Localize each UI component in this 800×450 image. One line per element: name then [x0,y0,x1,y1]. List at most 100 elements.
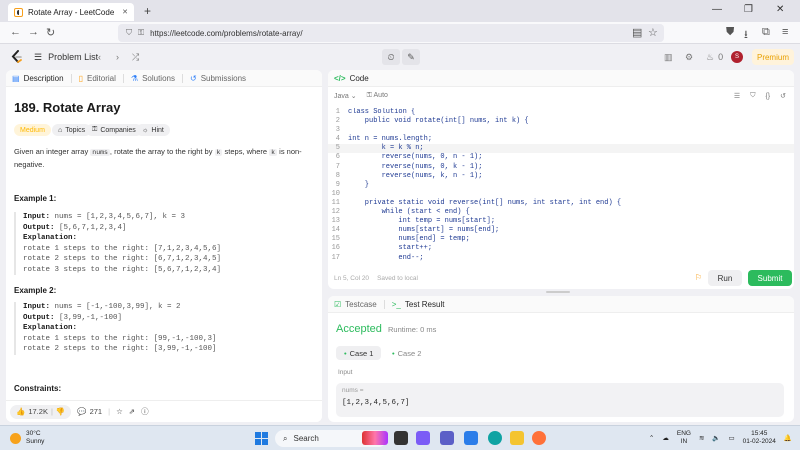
code-line[interactable]: 7 reverse(nums, 0, k - 1); [328,163,794,172]
tab-test-result[interactable]: Test Result [405,300,445,309]
menu-icon[interactable]: ≡ [782,26,788,38]
run-button[interactable]: Run [708,270,742,286]
case-2-tab[interactable]: • Case 2 [384,346,429,360]
notification-icon[interactable]: 🔔 [784,434,792,442]
wifi-icon[interactable]: ≋ [699,434,704,442]
task-view-icon[interactable] [394,431,408,445]
code-line[interactable]: 17 end--; [328,254,794,263]
code-line[interactable]: 15 nums[end] = temp; [328,235,794,244]
desc-text: steps, where [222,147,270,156]
teams-icon[interactable] [440,431,454,445]
description-footer: 👍 17.2K | 👎 💬 271 | ☆ ⇗ ⓘ [6,400,322,422]
language-select[interactable]: Java ⌄ [334,92,357,100]
shuffle-icon[interactable]: ⤮ [132,49,139,65]
language-indicator[interactable]: ENG IN [677,430,691,446]
cloud-icon[interactable]: ☁ [662,434,669,442]
like-button[interactable]: 👍 17.2K | 👎 [10,404,72,419]
next-problem-icon[interactable]: › [116,49,119,65]
prev-problem-icon[interactable]: ‹ [98,49,101,65]
sun-icon [10,432,21,444]
code-line[interactable]: 14 nums[start] = nums[end]; [328,226,794,235]
extensions-icon[interactable]: ⧉ [762,26,770,39]
tab-submissions[interactable]: Submissions [201,74,246,83]
file-explorer-icon[interactable] [510,431,524,445]
bookmark-icon[interactable]: ⛉ [750,92,755,100]
favorite-star-icon[interactable]: ☆ [116,407,123,416]
tab-title: Rotate Array - LeetCode [28,7,115,17]
code-line[interactable]: 10 [328,190,794,199]
tray-chevron-icon[interactable]: ⌃ [649,434,654,442]
settings-gear-icon[interactable]: ⚙ [685,49,693,65]
line-number: 15 [331,235,340,244]
bookmark-star-icon[interactable]: ☆ [648,26,658,39]
code-line[interactable]: 3 [328,126,794,135]
hint-chip[interactable]: ☼ Hint [136,124,170,136]
share-icon[interactable]: ⇗ [129,407,135,416]
tab-editorial[interactable]: Editorial [87,74,116,83]
companies-chip[interactable]: ⚿ Companies [86,124,142,136]
output-label: Output: [23,313,55,322]
firefox-icon[interactable] [532,431,546,445]
help-icon[interactable]: ⓘ [141,406,149,417]
case-1-label: Case 1 [349,348,374,358]
code-line[interactable]: 2 public void rotate(int[] nums, int k) … [328,117,794,126]
minimize-button[interactable]: — [712,4,722,15]
vscode-icon[interactable] [464,431,478,445]
volume-icon[interactable]: 🔈 [712,434,720,442]
reset-icon[interactable]: ↺ [780,92,786,100]
browser-tab[interactable]: Rotate Array - LeetCode ✕ [8,3,134,21]
windows-start-icon[interactable] [255,432,268,445]
code-line[interactable]: 4 int n = nums.length; [328,135,794,144]
comment-icon[interactable]: 💬 [77,407,86,416]
tab-close-icon[interactable]: ✕ [122,8,128,16]
address-bar[interactable]: ⛉ ⚿ https://leetcode.com/problems/rotate… [118,24,664,42]
leetcode-logo-icon[interactable] [10,50,23,64]
new-tab-button[interactable]: + [144,4,151,18]
problem-title[interactable]: 189. Rotate Array [14,100,120,115]
code-line[interactable]: 8 reverse(nums, k, n - 1); [328,172,794,181]
chat-icon[interactable] [416,431,430,445]
debug-icon[interactable]: ⚐ [695,273,702,282]
streak-counter[interactable]: ♨ 0 [706,49,723,65]
problem-list-button[interactable]: ☰ Problem List [34,49,98,65]
forward-icon[interactable]: → [28,26,39,38]
tab-description[interactable]: Description [24,74,64,83]
avatar[interactable]: S [731,51,743,63]
code-line[interactable]: 12 while (start < end) { [328,208,794,217]
timer-button[interactable]: ⏲ [382,49,400,65]
edge-icon[interactable] [488,431,502,445]
code-line[interactable]: 13 int temp = nums[start]; [328,217,794,226]
auto-mode[interactable]: ⚿ Auto [367,92,388,100]
code-line[interactable]: 6 reverse(nums, 0, n - 1); [328,153,794,162]
thumbs-down-icon[interactable]: 👎 [56,407,65,416]
submit-button[interactable]: Submit [748,270,792,286]
code-editor[interactable]: 1 class Solution {2 public void rotate(in… [328,108,794,264]
restore-button[interactable]: ❐ [744,4,753,15]
close-window-button[interactable]: ✕ [776,4,784,15]
pocket-icon[interactable]: ⛊ [726,26,734,39]
tab-testcase[interactable]: Testcase [345,300,377,309]
search-highlight-icon[interactable] [362,431,388,445]
clock[interactable]: 15:45 01-02-2024 [743,430,776,446]
premium-button[interactable]: Premium [752,49,794,65]
braces-icon[interactable]: {} [765,93,770,100]
layout-icon[interactable]: ▥ [664,49,673,65]
notes-button[interactable]: ✎ [402,49,420,65]
code-line[interactable]: 9 } [328,181,794,190]
back-icon[interactable]: ← [10,26,21,38]
code-line[interactable]: 16 start++; [328,244,794,253]
format-icon[interactable]: ☰ [734,92,740,100]
download-icon[interactable]: ⭳ [744,26,748,45]
line-number: 16 [331,244,340,253]
code-line[interactable]: 1 class Solution { [328,108,794,117]
code-line[interactable]: 11 private static void reverse(int[] num… [328,199,794,208]
resize-handle[interactable] [546,291,570,293]
reload-icon[interactable]: ↻ [46,26,55,39]
tab-solutions[interactable]: Solutions [142,74,175,83]
code-line[interactable]: 5 k = k % n; [328,144,794,154]
battery-icon[interactable]: ▭ [729,434,735,442]
reader-icon[interactable]: ▤ [632,26,642,39]
case-1-tab[interactable]: • Case 1 [336,346,382,360]
line-number: 14 [331,226,340,235]
weather-widget[interactable]: 30°C Sunny [10,430,44,446]
